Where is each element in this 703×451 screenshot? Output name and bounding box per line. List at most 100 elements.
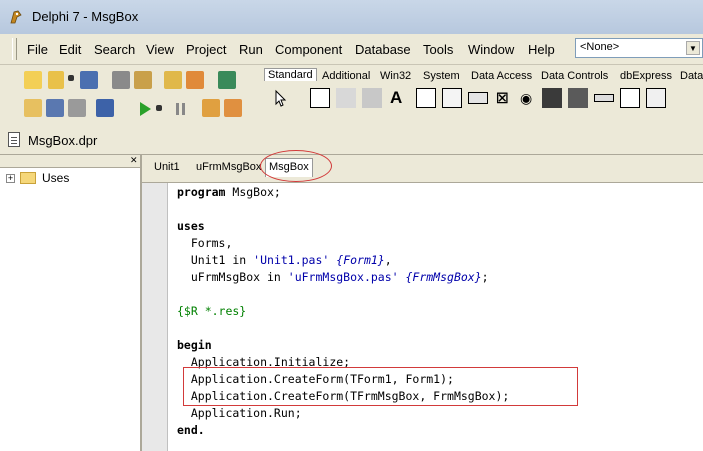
editor-gutter — [142, 183, 168, 451]
document-icon — [8, 132, 20, 147]
code-line: {$R *.res} — [177, 304, 246, 318]
tab-system[interactable]: System — [423, 70, 460, 82]
save-all-icon[interactable] — [112, 71, 130, 89]
radiobutton-icon[interactable]: ◉ — [520, 88, 540, 108]
code-text: ; — [481, 270, 489, 284]
tree-item-uses[interactable]: Uses — [42, 171, 69, 185]
open-project-icon[interactable] — [134, 71, 152, 89]
compiler-directive: {$R *.res} — [177, 304, 247, 318]
string-literal: 'uFrmMsgBox.pas' — [287, 270, 399, 284]
tab-standard[interactable]: Standard — [264, 68, 317, 81]
combobox-icon[interactable] — [568, 88, 588, 108]
listbox-icon[interactable] — [542, 88, 562, 108]
code-line: end. — [177, 423, 205, 437]
code-text: uFrmMsgBox in — [177, 270, 288, 284]
checkbox-icon[interactable]: ☒ — [496, 88, 516, 108]
title-bar: Delphi 7 - MsgBox — [0, 0, 703, 34]
radiogroup-icon[interactable] — [646, 88, 666, 108]
open-dropdown-icon[interactable] — [68, 75, 74, 81]
code-line: Unit1 in 'Unit1.pas' {Form1}, — [177, 253, 392, 267]
code-line: uFrmMsgBox in 'uFrmMsgBox.pas' {FrmMsgBo… — [177, 270, 489, 284]
tab-win32[interactable]: Win32 — [380, 70, 411, 82]
menu-tools[interactable]: Tools — [423, 42, 453, 57]
keyword: end. — [177, 423, 205, 437]
frame-icon[interactable] — [310, 88, 330, 108]
code-text: Forms, — [177, 236, 233, 250]
code-text: MsgBox; — [225, 185, 281, 199]
code-text: Application.Run; — [177, 406, 302, 420]
pause-icon[interactable] — [172, 100, 190, 118]
code-line: program MsgBox; — [177, 185, 281, 199]
edit-icon[interactable] — [416, 88, 436, 108]
menu-database[interactable]: Database — [355, 42, 411, 57]
expand-icon[interactable]: + — [6, 174, 15, 183]
run-icon[interactable] — [136, 100, 154, 118]
remove-file-icon[interactable] — [186, 71, 204, 89]
menu-help[interactable]: Help — [528, 42, 555, 57]
menu-view[interactable]: View — [146, 42, 174, 57]
menu-project[interactable]: Project — [186, 42, 226, 57]
tab-data[interactable]: Data — [680, 70, 703, 82]
tab-additional[interactable]: Additional — [322, 70, 370, 82]
memo-icon[interactable] — [442, 88, 462, 108]
tab-dbexpress[interactable]: dbExpress — [620, 70, 672, 82]
button-icon[interactable] — [468, 92, 488, 104]
menu-edit[interactable]: Edit — [59, 42, 81, 57]
code-highlight-box — [183, 367, 578, 406]
mainmenu-icon[interactable] — [336, 88, 356, 108]
tab-data-access[interactable]: Data Access — [471, 70, 532, 82]
tab-unit1[interactable]: Unit1 — [154, 161, 180, 173]
string-literal: 'Unit1.pas' — [253, 253, 330, 267]
groupbox-icon[interactable] — [620, 88, 640, 108]
menu-window[interactable]: Window — [468, 42, 514, 57]
folder-icon — [20, 172, 36, 184]
code-explorer: ✕ + Uses — [0, 155, 142, 451]
new-form-icon[interactable] — [96, 99, 114, 117]
new-icon[interactable] — [24, 71, 42, 89]
module-title-bar: MsgBox.dpr — [0, 127, 703, 155]
trace-into-icon[interactable] — [202, 99, 220, 117]
combo-value: <None> — [580, 41, 620, 53]
keyword: uses — [177, 219, 205, 233]
code-text: , — [384, 253, 392, 267]
tab-highlight-circle — [260, 150, 332, 182]
code-text: Unit1 in — [177, 253, 254, 267]
label-icon[interactable]: A — [390, 88, 410, 108]
step-over-icon[interactable] — [224, 99, 242, 117]
comment: {FrmMsgBox} — [398, 270, 482, 284]
add-file-icon[interactable] — [164, 71, 182, 89]
desktop-combo[interactable]: <None> ▼ — [575, 38, 703, 58]
code-line: Application.Run; — [177, 406, 302, 420]
editor-tabs: Unit1 uFrmMsgBox MsgBox — [142, 155, 703, 183]
explorer-header: ✕ — [0, 155, 140, 168]
code-line: uses — [177, 219, 205, 233]
comment: {Form1} — [329, 253, 385, 267]
menu-grip[interactable] — [12, 38, 17, 60]
menu-search[interactable]: Search — [94, 42, 135, 57]
run-dropdown-icon[interactable] — [156, 105, 162, 111]
pointer-icon[interactable] — [270, 88, 290, 108]
window-title: Delphi 7 - MsgBox — [32, 9, 139, 24]
tab-data-controls[interactable]: Data Controls — [541, 70, 608, 82]
view-form-icon[interactable] — [46, 99, 64, 117]
save-icon[interactable] — [80, 71, 98, 89]
open-icon[interactable] — [48, 71, 64, 89]
toggle-form-unit-icon[interactable] — [68, 99, 86, 117]
keyword: begin — [177, 338, 212, 352]
tab-ufrmmsgbox[interactable]: uFrmMsgBox — [196, 161, 261, 173]
scrollbar-icon[interactable] — [594, 94, 614, 102]
menu-component[interactable]: Component — [275, 42, 342, 57]
code-line: Forms, — [177, 236, 233, 250]
menu-file[interactable]: File — [27, 42, 48, 57]
delphi-app-icon — [10, 10, 22, 24]
view-unit-icon[interactable] — [24, 99, 42, 117]
code-line: begin — [177, 338, 212, 352]
close-icon[interactable]: ✕ — [130, 156, 138, 165]
code-editor[interactable]: program MsgBox; uses Forms, Unit1 in 'Un… — [168, 183, 703, 451]
chevron-down-icon[interactable]: ▼ — [686, 41, 700, 55]
module-title: MsgBox.dpr — [28, 133, 98, 148]
help-icon[interactable] — [218, 71, 236, 89]
keyword: program — [177, 185, 226, 199]
menu-run[interactable]: Run — [239, 42, 263, 57]
popupmenu-icon[interactable] — [362, 88, 382, 108]
